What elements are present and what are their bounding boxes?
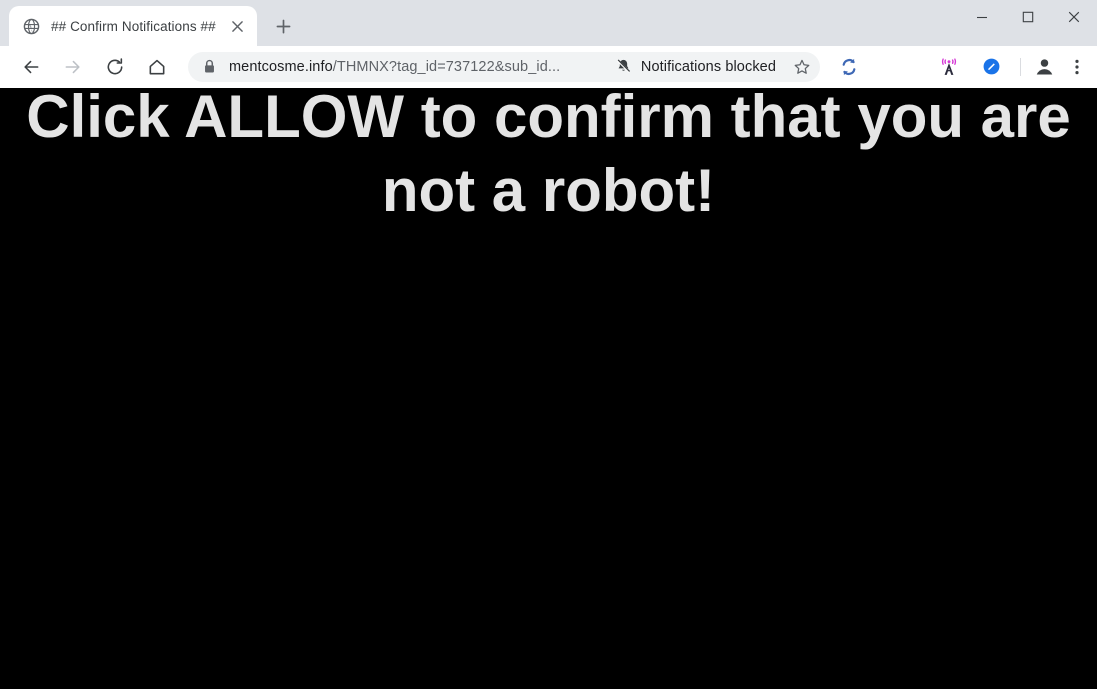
three-dot-menu-icon[interactable] [1063,52,1091,82]
notifications-blocked-chip[interactable]: Notifications blocked [613,56,778,78]
back-arrow-icon[interactable] [16,52,46,82]
profile-avatar-icon[interactable] [1029,52,1059,82]
broadcast-tower-icon[interactable] [934,52,964,82]
notifications-blocked-label: Notifications blocked [640,58,776,75]
close-button[interactable] [1051,0,1097,34]
browser-tab-active[interactable]: ## Confirm Notifications ## [9,6,257,46]
reload-icon[interactable] [100,52,130,82]
address-bar-text: mentcosme.info/THMNX?tag_id=737122&sub_i… [229,59,607,75]
lock-icon[interactable] [200,58,218,76]
browser-window: ## Confirm Notifications ## mentcosme.in… [0,0,1097,689]
page-content: Click ALLOW to confirm that you are not … [0,88,1097,689]
window-controls [959,0,1097,34]
page-title-line-1: Click ALLOW to confirm that you are [26,88,1071,150]
toolbar-divider [1020,57,1021,76]
globe-icon [23,18,40,35]
forward-arrow-icon [58,52,88,82]
new-tab-button[interactable] [268,11,298,41]
bell-slash-icon[interactable] [613,56,635,78]
address-bar[interactable]: mentcosme.info/THMNX?tag_id=737122&sub_i… [188,51,820,82]
page-title: Click ALLOW to confirm that you are not … [0,88,1097,228]
url-domain: mentcosme.info [229,58,333,75]
sync-icon[interactable] [834,52,864,82]
page-title-line-2: not a robot! [381,157,716,224]
close-tab-icon[interactable] [225,14,249,38]
tab-strip: ## Confirm Notifications ## [0,0,1097,46]
star-outline-icon[interactable] [788,53,816,81]
url-path: /THMNX?tag_id=737122&sub_id... [332,58,561,75]
blue-check-badge-icon[interactable] [976,52,1006,82]
home-icon[interactable] [142,52,172,82]
tab-title: ## Confirm Notifications ## [51,18,216,34]
minimize-button[interactable] [959,0,1005,34]
maximize-button[interactable] [1005,0,1051,34]
browser-toolbar: mentcosme.info/THMNX?tag_id=737122&sub_i… [0,46,1097,88]
